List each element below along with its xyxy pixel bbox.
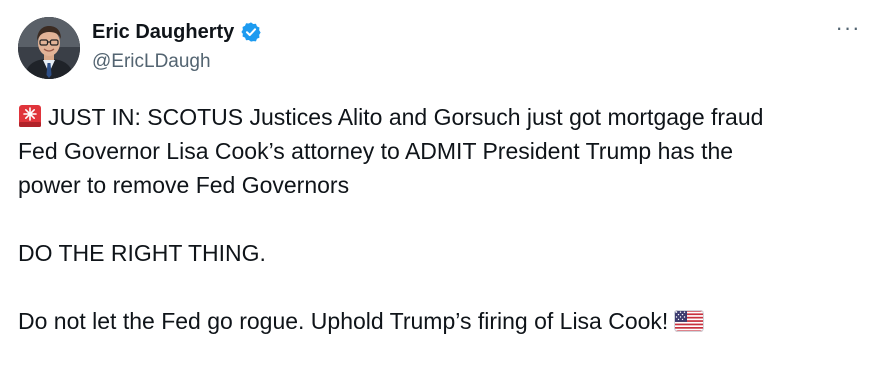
tweet-line-1: JUST IN: SCOTUS Justices Alito and Gorsu… — [48, 104, 764, 130]
tweet-paragraph-1: JUST IN: SCOTUS Justices Alito and Gorsu… — [18, 100, 868, 134]
avatar-image — [18, 17, 80, 79]
us-flag-emoji-icon — [674, 310, 705, 332]
tweet-line-5: Do not let the Fed go rogue. Uphold Trum… — [18, 308, 669, 334]
author-display-name[interactable]: Eric Daugherty — [92, 20, 234, 44]
more-horizontal-icon: ··· — [835, 15, 861, 40]
tweet-line-4: DO THE RIGHT THING. — [18, 240, 266, 266]
tweet-text: JUST IN: SCOTUS Justices Alito and Gorsu… — [18, 100, 868, 338]
author-name-row: Eric Daugherty — [92, 20, 262, 44]
more-options-button[interactable]: ··· — [834, 15, 862, 46]
tweet-card: Eric Daugherty @EricLDaugh ··· JUST IN: … — [0, 0, 878, 366]
tweet-line-2: Fed Governor Lisa Cook’s attorney to ADM… — [18, 138, 734, 164]
tweet-paragraph-5: Do not let the Fed go rogue. Uphold Trum… — [18, 304, 868, 338]
siren-emoji-icon — [19, 105, 41, 127]
avatar[interactable] — [18, 17, 80, 79]
author-handle[interactable]: @EricLDaugh — [92, 50, 211, 74]
tweet-line-3: power to remove Fed Governors — [18, 172, 350, 198]
verified-badge-icon[interactable] — [240, 21, 262, 43]
